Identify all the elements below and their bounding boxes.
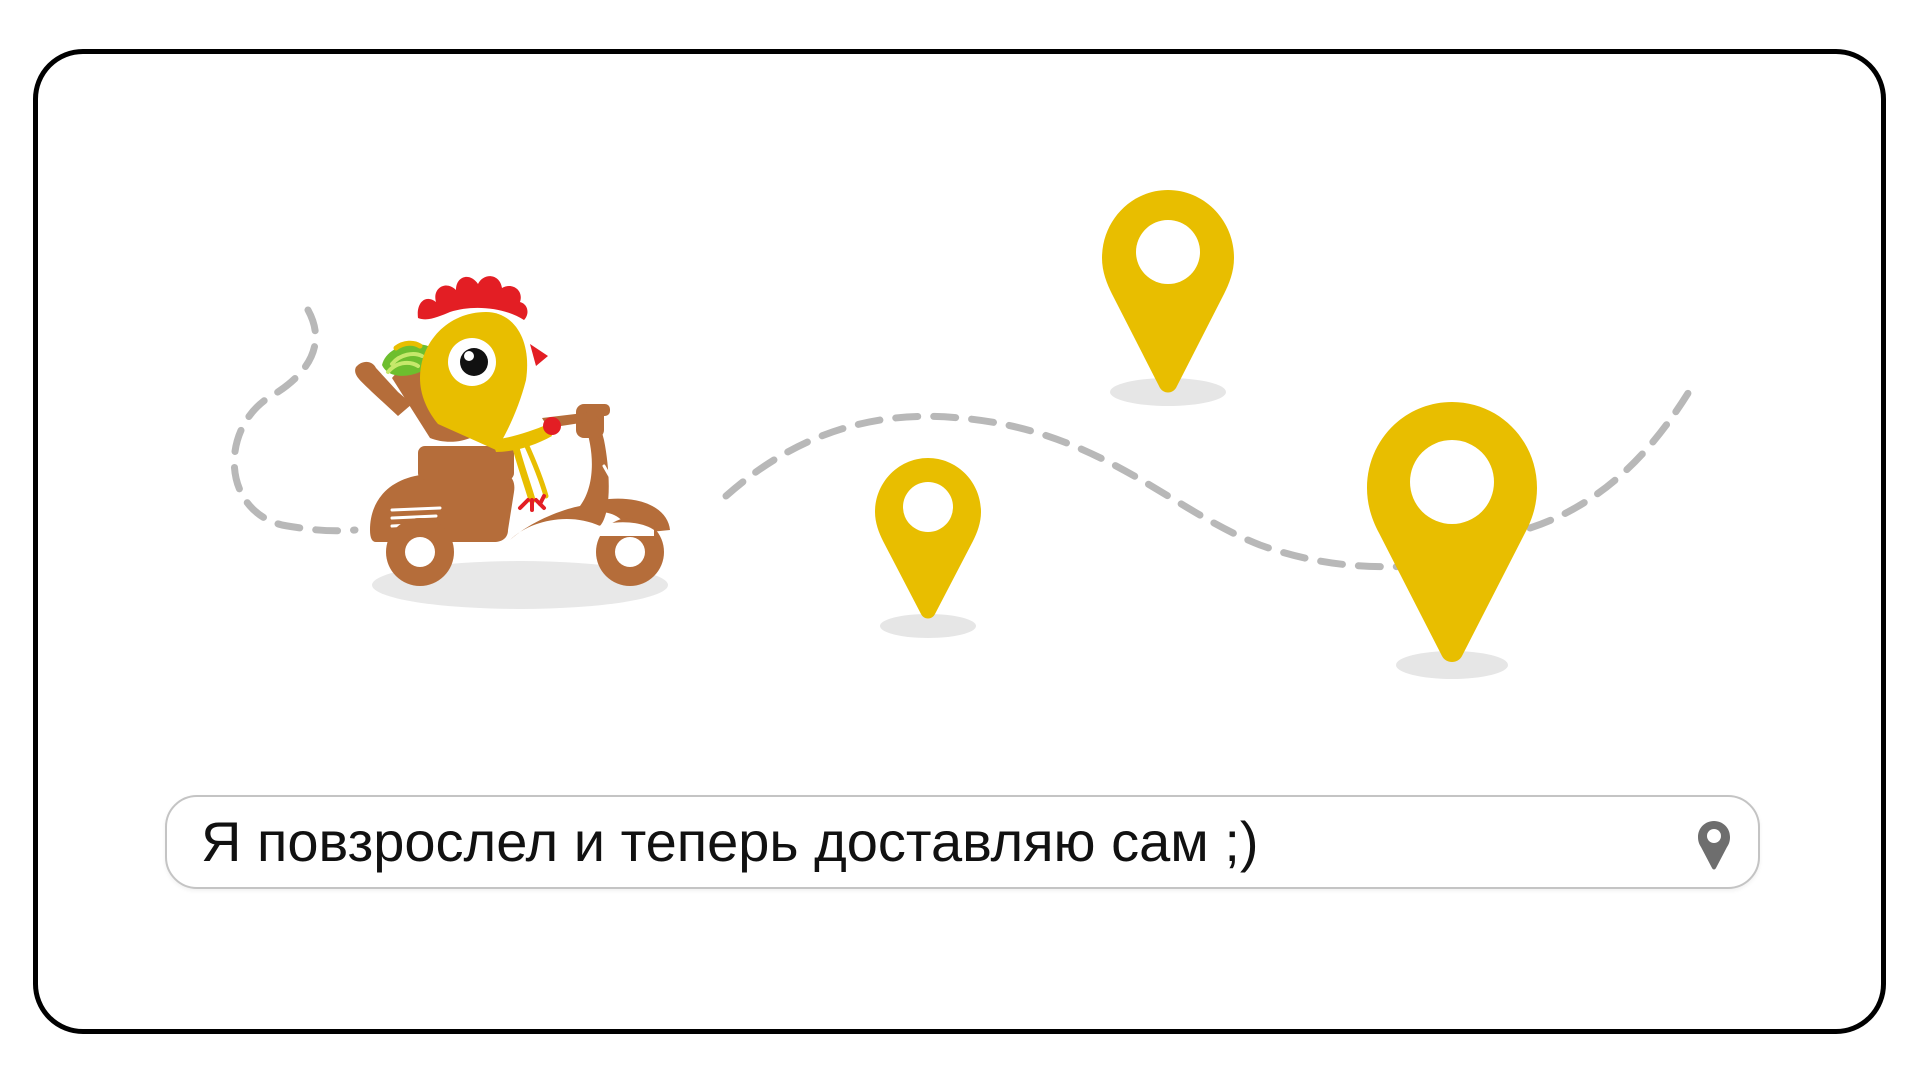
delivery-illustration <box>230 190 1694 679</box>
route-dashed-line-main <box>722 412 1464 571</box>
rooster-courier-character <box>355 276 670 609</box>
location-pin-icon <box>875 458 981 619</box>
route-dashed-line-right <box>1526 386 1694 532</box>
search-bar[interactable]: Я повзрослел и теперь доставляю сам ;) <box>165 795 1760 889</box>
route-dashed-line-left <box>230 306 359 535</box>
location-pin-icon[interactable] <box>1696 819 1732 871</box>
location-pin-icon <box>1367 402 1537 662</box>
search-text: Я повзрослел и теперь доставляю сам ;) <box>201 810 1259 873</box>
location-pin-icon <box>1102 190 1234 393</box>
